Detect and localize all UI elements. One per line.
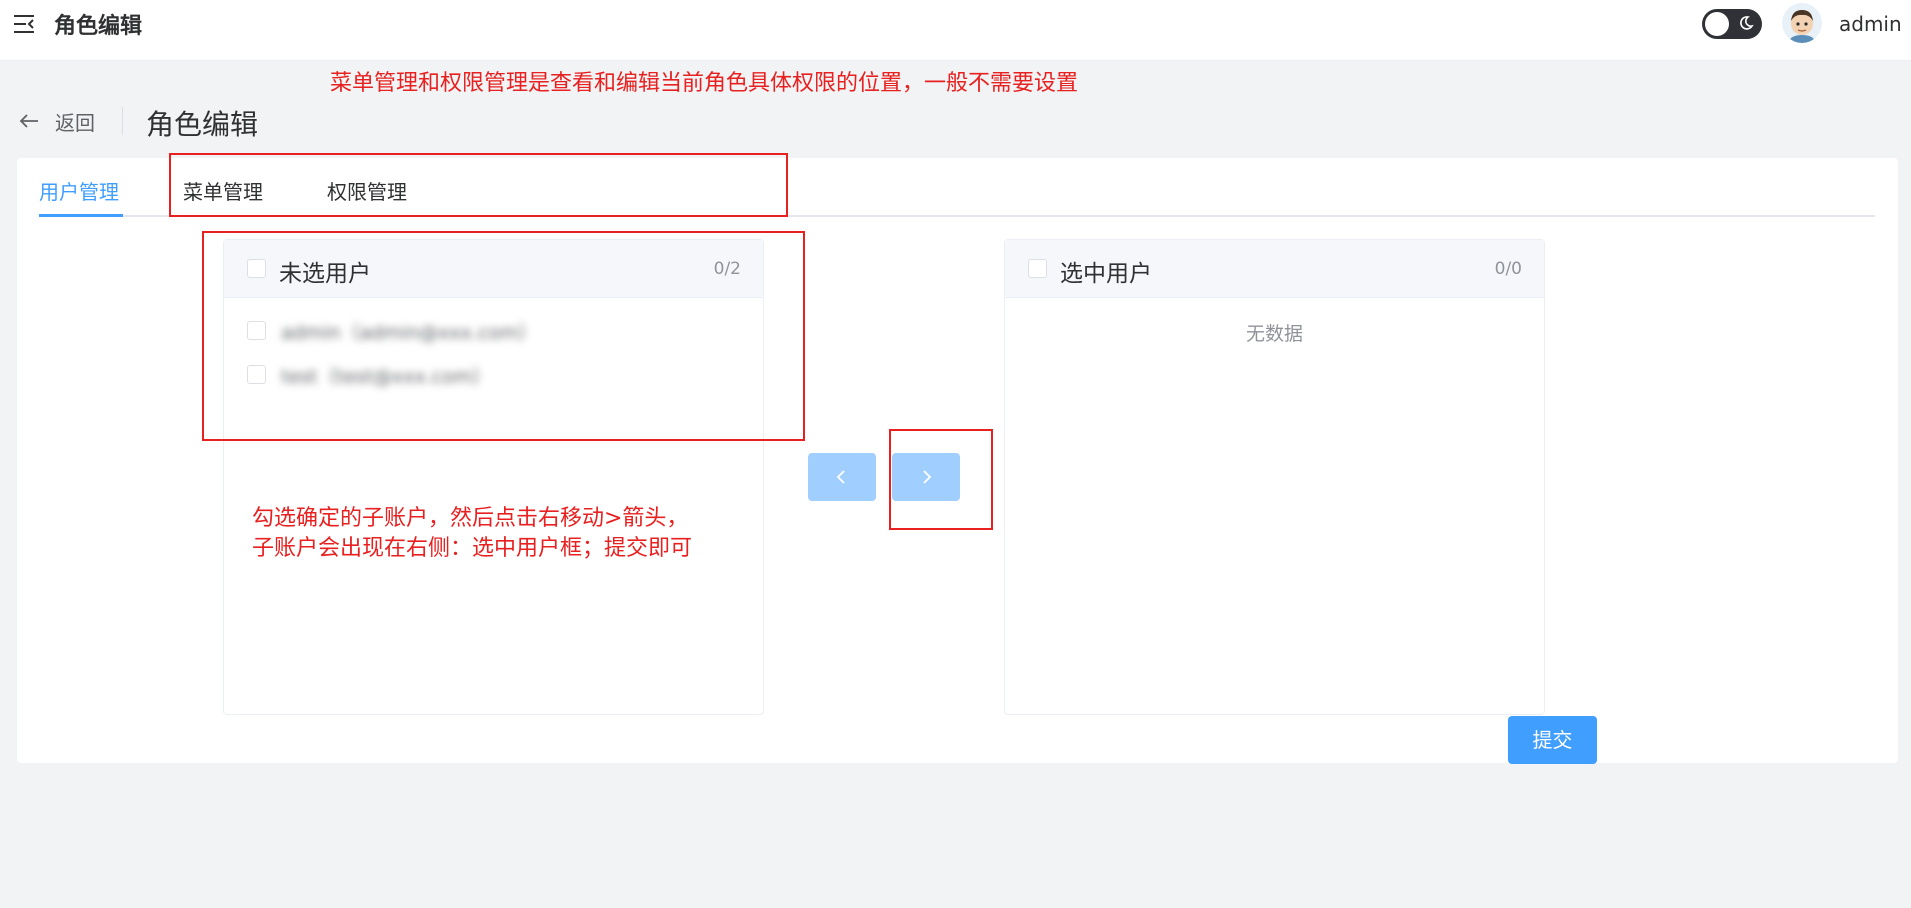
annotation-line: 勾选确定的子账户，然后点击右移动>箭头， (252, 506, 689, 531)
chevron-left-icon (836, 470, 845, 484)
menu-fold-icon[interactable] (12, 12, 36, 36)
toggle-knob (1705, 12, 1729, 36)
back-arrow-icon[interactable] (18, 110, 40, 132)
annotation-line: 子账户会出现在右侧：选中用户框；提交即可 (252, 536, 693, 561)
moon-icon (1738, 15, 1754, 31)
tab-user-management[interactable]: 用户管理 (39, 176, 119, 205)
move-left-button[interactable] (808, 453, 876, 501)
page-header-divider (122, 107, 123, 135)
select-all-checkbox[interactable] (1028, 259, 1047, 278)
username-label[interactable]: admin (1839, 12, 1902, 36)
submit-button[interactable]: 提交 (1508, 716, 1597, 764)
panel-header: 选中用户 0/0 (1005, 240, 1544, 298)
page-title: 角色编辑 (146, 108, 259, 141)
annotation-top-note: 菜单管理和权限管理是查看和编辑当前角色具体权限的位置，一般不需要设置 (330, 71, 1079, 96)
panel-title: 选中用户 (1060, 261, 1152, 287)
highlight-box-user-list (202, 231, 805, 441)
user-avatar[interactable] (1782, 3, 1822, 43)
active-tab-indicator (39, 214, 123, 217)
selection-count: 0/0 (1494, 259, 1522, 279)
selected-users-panel: 选中用户 0/0 无数据 (1004, 239, 1545, 715)
highlight-box-move-right (889, 429, 993, 530)
empty-state-text: 无数据 (1245, 323, 1303, 345)
dark-mode-toggle[interactable] (1702, 9, 1762, 39)
annotation-instructions: 勾选确定的子账户，然后点击右移动>箭头， 子账户会出现在右侧：选中用户框；提交即… (252, 504, 692, 564)
app-title: 角色编辑 (54, 14, 143, 39)
top-header: 角色编辑 admin (0, 0, 1911, 61)
highlight-box-tabs (169, 153, 788, 217)
back-button[interactable]: 返回 (55, 107, 95, 136)
